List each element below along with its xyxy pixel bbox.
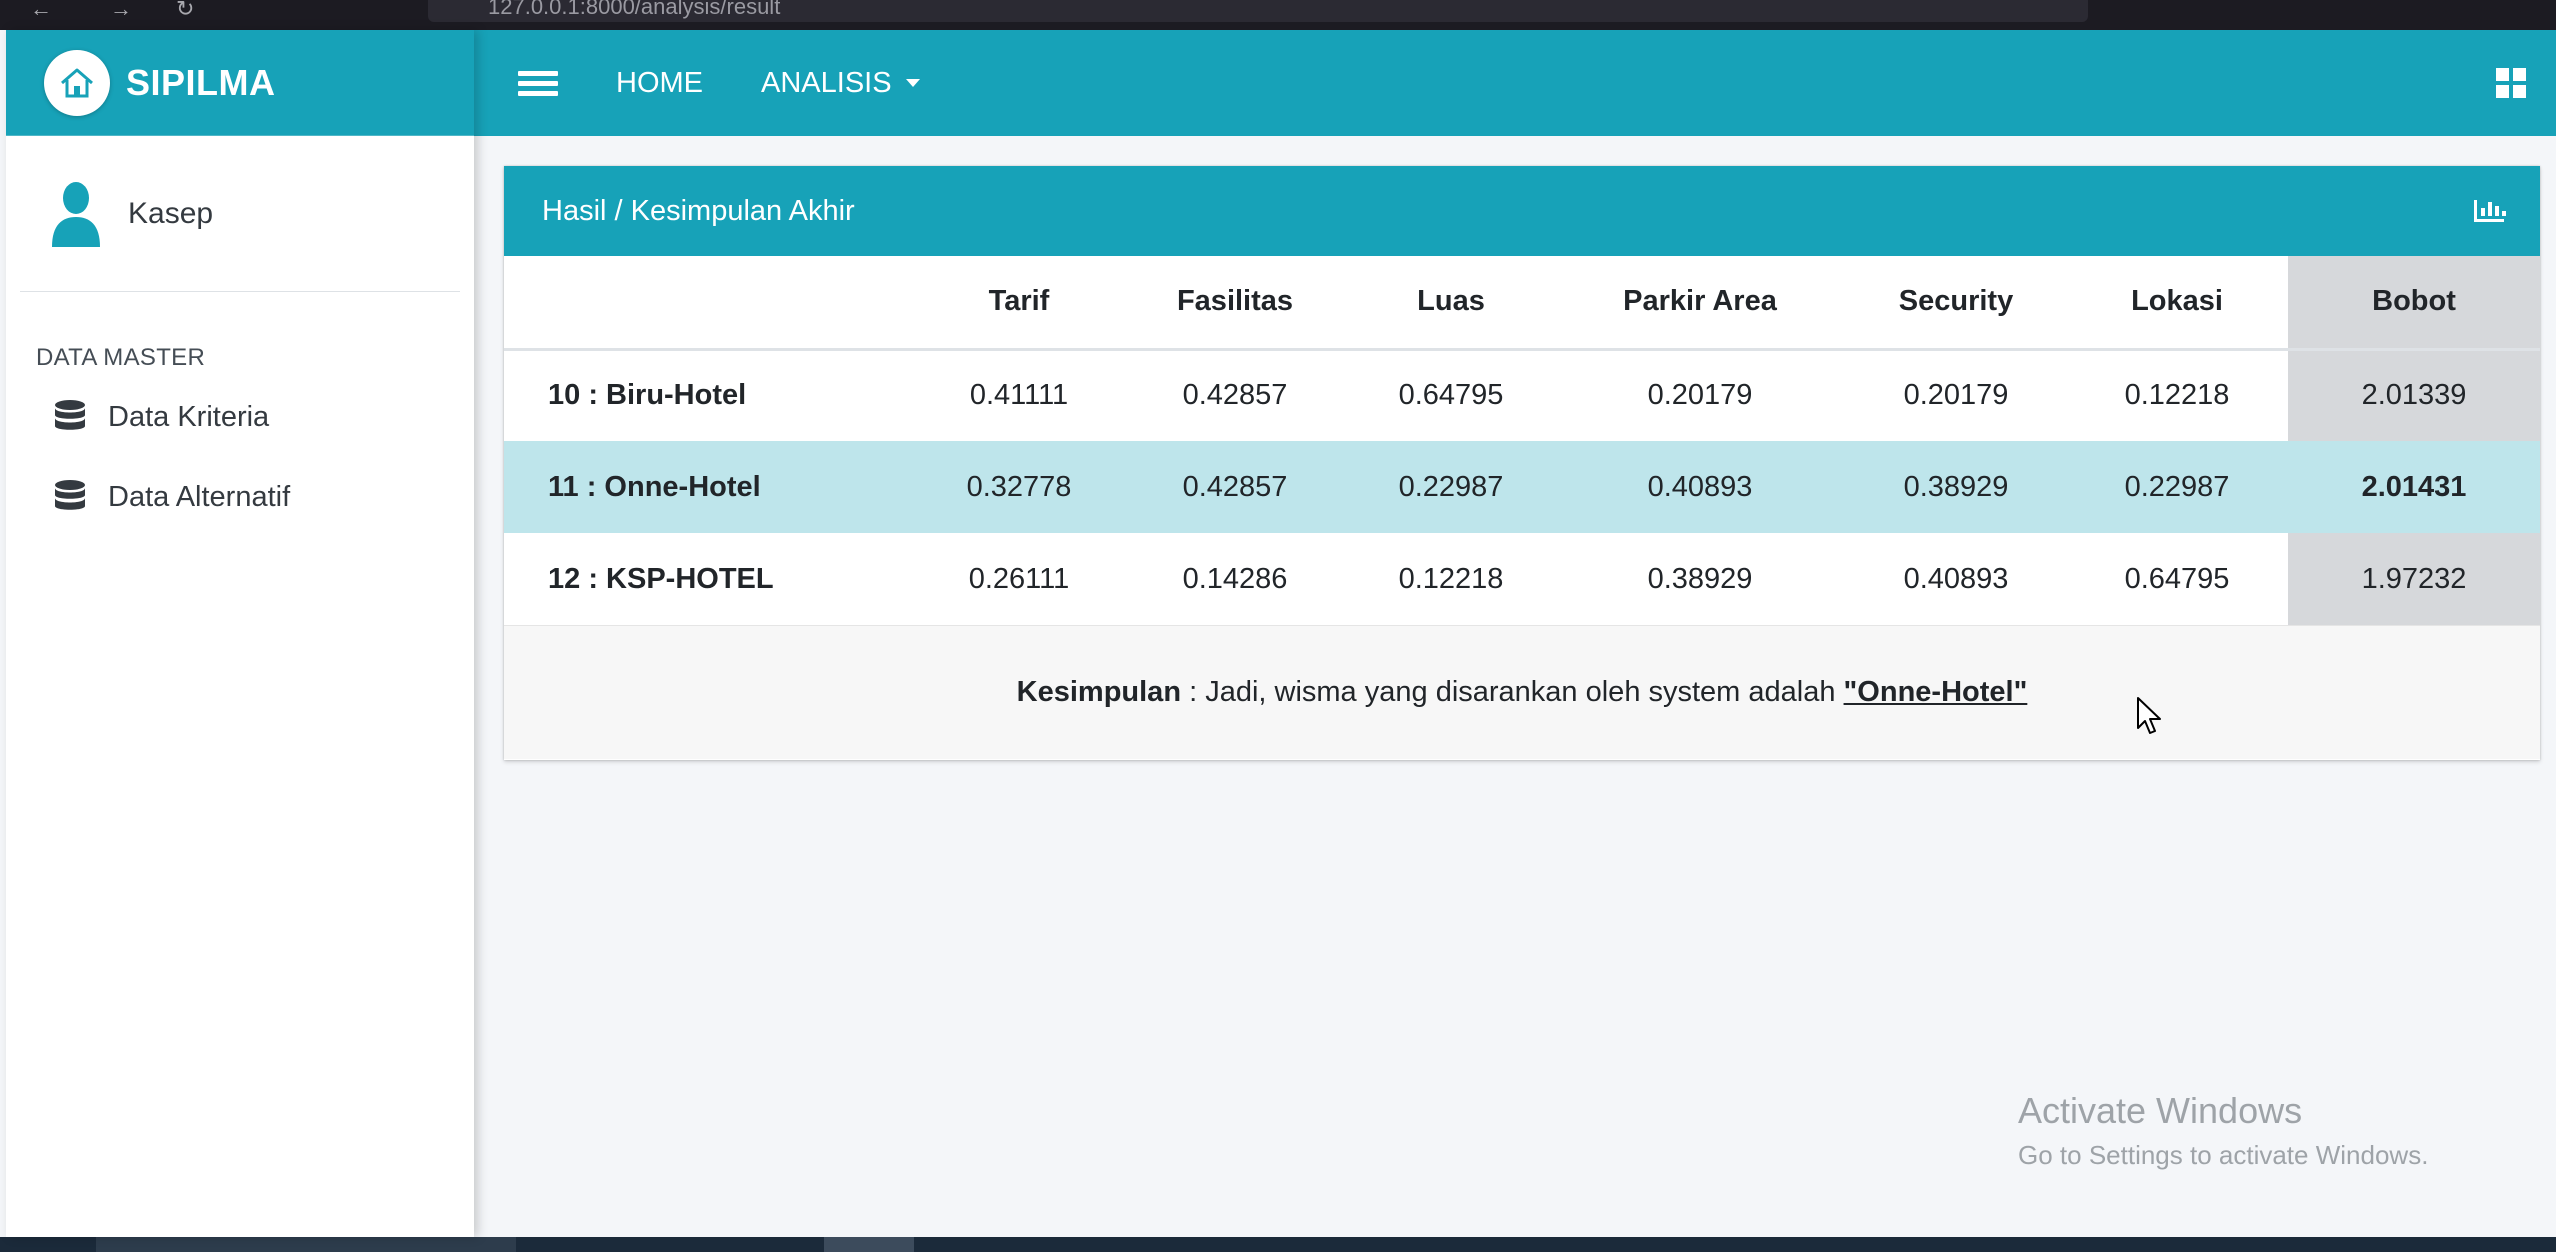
- table-cell: 0.26111: [968, 562, 1070, 595]
- table-cell: 0.41111: [969, 379, 1069, 412]
- column-header: Tarif: [916, 256, 1122, 351]
- sidebar: SIPILMA Kasep DATA MASTER Data Kriteria: [6, 30, 474, 1237]
- home-icon: [44, 49, 110, 116]
- table-cell: 0.20179: [1903, 379, 2009, 412]
- column-header: Security: [1846, 256, 2066, 351]
- table-cell: 0.42857: [1182, 379, 1288, 412]
- result-card: Hasil / Kesimpulan Akhir Tarif Fasilitas…: [504, 166, 2540, 760]
- bobot-cell: 2.01339: [2288, 349, 2540, 441]
- url-text: 127.0.0.1:8000/analysis/result: [488, 0, 781, 19]
- bar-chart-icon[interactable]: [2474, 200, 2506, 222]
- brand-link[interactable]: SIPILMA: [6, 30, 474, 136]
- database-icon: [55, 480, 85, 510]
- nav-home[interactable]: HOME: [616, 67, 703, 100]
- hamburger-icon[interactable]: [518, 66, 558, 101]
- table-row: 12 : KSP-HOTEL 0.26111 0.14286 0.12218 0…: [504, 533, 2540, 625]
- conclusion-result: "Onne-Hotel": [1843, 676, 2028, 708]
- alternative-name: 11 : Onne-Hotel: [504, 441, 916, 533]
- column-header: [504, 256, 916, 351]
- column-header: Lokasi: [2066, 256, 2288, 351]
- table-cell: 0.38929: [1846, 441, 2066, 533]
- user-icon: [52, 181, 100, 247]
- top-navbar: HOME ANALISIS: [474, 30, 2556, 136]
- card-title: Hasil / Kesimpulan Akhir: [542, 194, 855, 227]
- sidebar-item-label: Data Alternatif: [108, 480, 291, 513]
- brand-name: SIPILMA: [126, 61, 276, 103]
- alternative-name: 10 : Biru-Hotel: [548, 379, 747, 412]
- table-cell: 0.40893: [1903, 562, 2009, 595]
- sidebar-item-data-kriteria[interactable]: Data Kriteria: [6, 382, 474, 452]
- table-header-row: Tarif Fasilitas Luas Parkir Area Securit…: [504, 256, 2540, 351]
- column-header: Bobot: [2288, 256, 2540, 351]
- table-cell: 0.40893: [1554, 441, 1846, 533]
- table-cell: 0.32778: [916, 441, 1122, 533]
- table-cell: 0.64795: [2124, 562, 2230, 595]
- sidebar-item-data-alternatif[interactable]: Data Alternatif: [6, 462, 474, 532]
- back-icon[interactable]: ←: [30, 0, 52, 22]
- table-cell: 0.38929: [1647, 562, 1753, 595]
- bobot-cell: 1.97232: [2288, 533, 2540, 625]
- sidebar-item-label: Data Kriteria: [108, 400, 270, 433]
- table-cell: 0.20179: [1647, 379, 1753, 412]
- user-name: Kasep: [128, 196, 214, 230]
- table-cell: 0.14286: [1182, 562, 1288, 595]
- windows-activation-watermark: Activate Windows Go to Settings to activ…: [2018, 1090, 2428, 1171]
- reload-icon[interactable]: ↻: [176, 0, 194, 22]
- conclusion-label: Kesimpulan: [1016, 676, 1182, 708]
- database-icon: [55, 400, 85, 430]
- alternative-name: 12 : KSP-HOTEL: [548, 562, 774, 595]
- table-cell: 0.12218: [1398, 562, 1504, 595]
- sidebar-section-header: DATA MASTER: [36, 344, 206, 371]
- table-cell: 0.64795: [1398, 379, 1504, 412]
- address-bar[interactable]: 127.0.0.1:8000/analysis/result: [428, 0, 2088, 22]
- card-header: Hasil / Kesimpulan Akhir: [504, 166, 2540, 256]
- user-panel[interactable]: Kasep: [20, 136, 460, 292]
- column-header: Luas: [1348, 256, 1554, 351]
- mouse-cursor-icon: [2137, 697, 2161, 734]
- column-header: Parkir Area: [1554, 256, 1846, 351]
- column-header: Fasilitas: [1122, 256, 1348, 351]
- conclusion-text: : Jadi, wisma yang disarankan oleh syste…: [1181, 676, 1844, 708]
- browser-toolbar: ← → ↻ 127.0.0.1:8000/analysis/result: [0, 0, 2556, 30]
- table-row-best: 11 : Onne-Hotel 0.32778 0.42857 0.22987 …: [504, 441, 2540, 533]
- taskbar-button[interactable]: [96, 1237, 516, 1252]
- result-table: Tarif Fasilitas Luas Parkir Area Securit…: [504, 256, 2540, 625]
- app-root: SIPILMA Kasep DATA MASTER Data Kriteria: [0, 30, 2556, 1237]
- table-cell: 0.12218: [2124, 379, 2230, 412]
- table-cell: 0.42857: [1122, 441, 1348, 533]
- bobot-cell: 2.01431: [2288, 441, 2540, 533]
- table-cell: 0.22987: [1348, 441, 1554, 533]
- taskbar-button[interactable]: [824, 1237, 914, 1252]
- watermark-subtitle: Go to Settings to activate Windows.: [2018, 1140, 2429, 1170]
- table-row: 10 : Biru-Hotel 0.41111 0.42857 0.64795 …: [504, 349, 2540, 441]
- grid-icon[interactable]: [2496, 68, 2526, 98]
- table-cell: 0.22987: [2066, 441, 2288, 533]
- conclusion-footer: Kesimpulan : Jadi, wisma yang disarankan…: [504, 625, 2540, 759]
- nav-analisis-dropdown[interactable]: ANALISIS: [761, 67, 920, 100]
- forward-icon[interactable]: →: [110, 0, 132, 22]
- watermark-title: Activate Windows: [2018, 1090, 2303, 1131]
- taskbar: [0, 1237, 2556, 1252]
